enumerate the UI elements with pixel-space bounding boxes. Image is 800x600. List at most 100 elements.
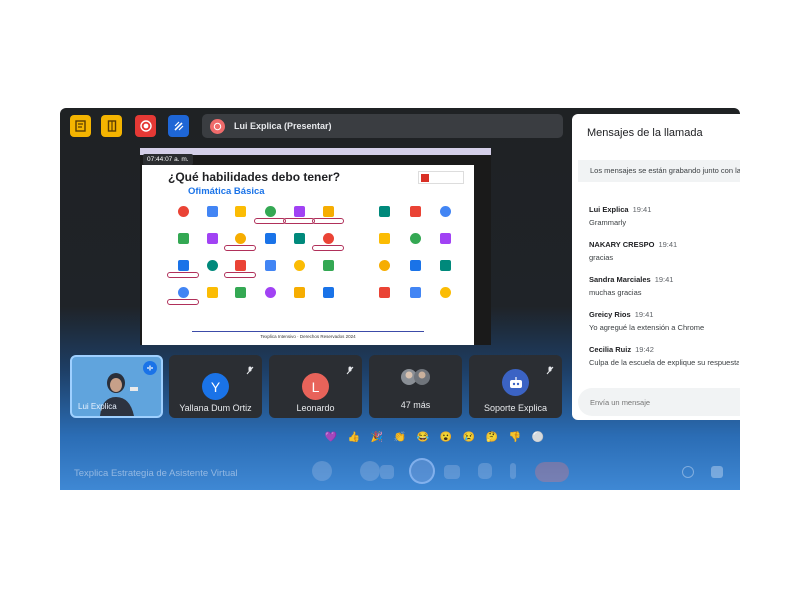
slide-title: ¿Qué habilidades debo tener? [168,170,341,184]
app-glyph-icon [206,206,218,217]
screen-timestamp: 07:44:07 a. m. [143,154,193,165]
info-icon[interactable] [682,466,694,478]
app-label-placeholder [197,246,227,250]
app-glyph-icon [177,260,189,271]
slide-app-icon [400,287,430,313]
camera-button[interactable] [360,461,380,481]
chat-author: NAKARY CRESPO [589,240,655,249]
app-glyph-icon [234,206,246,217]
edit-icon[interactable] [168,115,189,137]
microphone-button[interactable] [312,461,332,481]
app-label-placeholder [255,273,285,277]
app-label-placeholder [313,300,343,304]
app-label-placeholder [313,273,343,277]
captions-button[interactable] [380,465,394,479]
app-glyph-icon [177,287,189,298]
slide-app-icon [255,287,285,313]
reaction-thumbs-down-icon[interactable]: 👎 [508,431,522,445]
app-glyph-icon [234,260,246,271]
participant-tile-self[interactable]: Lui Explica [70,355,163,418]
slide-app-icon [168,206,198,232]
end-call-button[interactable] [535,462,569,482]
chat-panel: Mensajes de la llamada Los mensajes se e… [572,114,740,420]
slide-app-icon [167,287,199,313]
chat-text: muchas gracias [589,288,642,297]
reaction-clap-icon[interactable]: 👏 [393,431,407,445]
app-glyph-icon [177,233,189,244]
slide-app-icon [369,206,399,232]
more-options-button[interactable] [510,463,516,479]
participant-tile[interactable]: L Leonardo [269,355,362,418]
chat-author: Sandra Marciales [589,275,651,284]
participant-name: Leonardo [296,403,335,413]
slide-app-icon [313,287,343,313]
share-screen-button[interactable] [409,458,435,484]
reaction-surprised-icon[interactable]: 😮 [439,431,453,445]
chat-author: Cecilia Ruiz [589,345,632,354]
app-glyph-icon [439,287,451,298]
participant-name: Yallana Dum Ortiz [179,403,252,413]
reaction-thumbs-up-icon[interactable]: 👍 [347,431,361,445]
slide-app-icon [197,260,227,286]
app-label-placeholder [254,218,286,224]
app-glyph-icon [322,233,334,244]
slide-app-icon [369,233,399,259]
reaction-party-icon[interactable]: 🎉 [370,431,384,445]
chat-message-input[interactable] [578,388,740,416]
present-button[interactable] [444,465,460,479]
slide-app-icon [369,287,399,313]
app-label-placeholder [255,300,285,304]
participant-tile-more[interactable]: 47 más [369,355,462,418]
mic-off-icon [246,362,254,380]
reaction-laugh-icon[interactable]: 😂 [416,431,430,445]
slide-app-icon [312,233,344,259]
reaction-thinking-icon[interactable]: 🤔 [485,431,499,445]
slide-app-icon [255,260,285,286]
slide-app-icon [430,287,460,313]
app-label-placeholder [225,300,255,304]
slide-app-icon [430,206,460,232]
participant-avatar: L [302,373,329,400]
app-label-placeholder [400,246,430,250]
slide-app-icon [400,206,430,232]
app-label-placeholder [167,272,199,278]
reaction-more-icon[interactable]: ⚪ [531,431,545,445]
chat-time: 19:41 [654,275,674,284]
people-icon[interactable] [711,466,723,478]
raise-hand-button[interactable] [478,463,492,479]
chat-text: gracias [589,253,614,262]
reaction-sad-icon[interactable]: 😢 [462,431,476,445]
participant-name: Lui Explica [78,402,117,411]
app-label-placeholder [168,246,198,250]
clipboard-icon[interactable] [70,115,91,137]
presenter-name: Lui Explica (Presentar) [234,121,332,131]
document-icon[interactable] [101,115,122,137]
logo-mark-icon [421,173,429,182]
slide-app-icon [312,206,344,232]
app-glyph-icon [206,287,218,298]
slide-app-icon [224,260,256,286]
slide-app-icon [284,287,314,313]
app-glyph-icon [409,206,421,217]
participant-tile[interactable]: Y Yallana Dum Ortiz [169,355,262,418]
record-icon[interactable] [135,115,156,137]
app-label-placeholder [283,218,315,224]
chat-text: Yo agregué la extensión a Chrome [589,323,705,332]
meeting-name: Texplica Estrategia de Asistente Virtual [74,468,238,479]
participant-more-count: 47 más [400,400,431,410]
app-label-placeholder [400,300,430,304]
slide-app-icon [224,233,256,259]
reaction-heart-icon[interactable]: 💜 [324,431,338,445]
chat-time: 19:41 [632,205,652,214]
slide-app-icon [284,260,314,286]
slide-divider [192,331,424,332]
presenter-banner[interactable]: Lui Explica (Presentar) [202,114,563,138]
slide-logo [418,171,464,184]
app-glyph-icon [378,206,390,217]
slide-app-icon [369,260,399,286]
presentation-slide: ¿Qué habilidades debo tener? Ofimática B… [142,165,474,345]
slide-app-icon [197,233,227,259]
participant-tile[interactable]: Soporte Explica [469,355,562,418]
screen-browser-bar [140,148,491,155]
app-label-placeholder [284,300,314,304]
